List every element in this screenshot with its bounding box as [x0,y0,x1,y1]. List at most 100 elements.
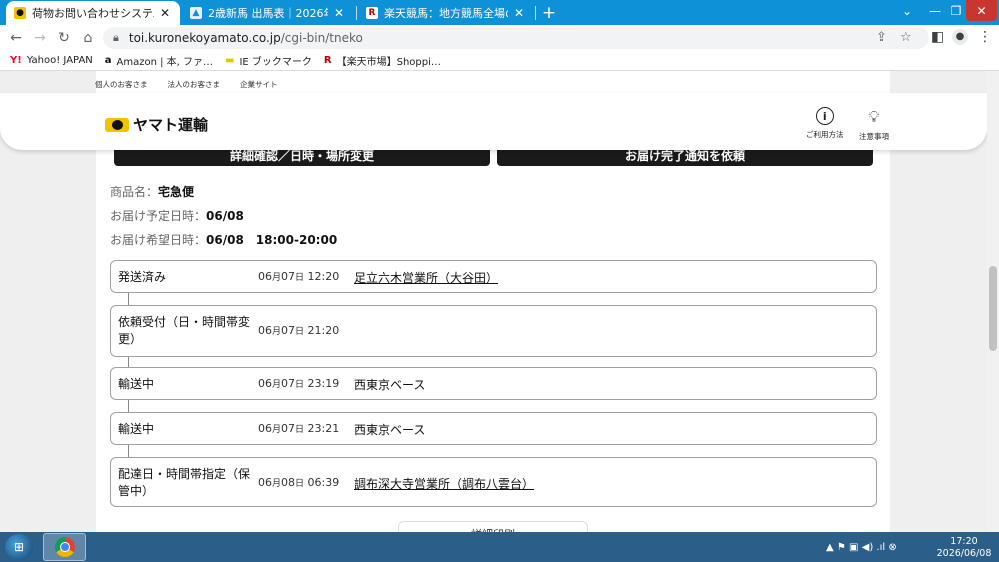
step-status: 配達日・時間帯指定（保管中） [118,467,251,498]
bookmark-yahoo[interactable]: Y! Yahoo! JAPAN [10,55,93,66]
step-datetime: 06月07日 23:19 [258,377,339,390]
step-time: 12:20 [307,270,340,283]
tab-close-icon[interactable]: ✕ [158,6,172,20]
step-datetime: 06月07日 12:20 [258,270,339,283]
yamato-logo[interactable]: ヤマト運輸 [105,114,208,135]
minimize-button[interactable]: — [924,0,946,21]
back-arrow-icon[interactable]: ← [6,28,26,48]
day-unit: 日 [295,479,305,489]
more-menu-icon[interactable]: ⋮ [978,29,992,45]
share-icon[interactable]: ⇪ [876,30,887,45]
tab-close-icon[interactable]: ✕ [512,6,526,20]
scheduled-value: 06/08 [206,209,244,223]
product-row: 商品名：宅急便 [110,183,194,200]
help-label: ご利用方法 [806,130,844,139]
side-panel-icon[interactable]: ◧ [931,29,944,45]
product-label: 商品名： [110,185,159,199]
link-business[interactable]: 法人のお客さま [168,79,221,90]
tab-rakuten-keiba[interactable]: R 楽天競馬：地方競馬全場のオッズ・ ✕ [358,1,534,25]
timeline-connector [128,293,129,305]
system-tray-icons[interactable]: ▲ ⚑ ▣ ◀) .ıl ⊗ [826,542,897,553]
home-icon[interactable]: ⌂ [78,28,98,48]
tracking-step: 配達日・時間帯指定（保管中） 06月08日 06:39 調布深大寺営業所（調布八… [110,457,877,507]
requested-label: お届け希望日時： [110,233,207,247]
bookmark-amazon[interactable]: a Amazon | 本, ファ… [105,53,213,68]
bookmark-folder-ie[interactable]: ▬ IE ブックマーク [225,53,312,68]
amazon-icon: a [104,55,112,66]
step-location: 西東京ベース [354,378,426,392]
notice-link[interactable]: 💡︎ 注意事項 [859,107,889,142]
tab-close-icon[interactable]: ✕ [332,6,346,20]
step-month: 06 [258,422,272,435]
print-details-button[interactable]: 詳細印刷 [398,521,588,532]
month-unit: 月 [272,327,282,337]
step-time: 23:19 [307,377,340,390]
timeline-connector [128,357,129,367]
tracking-step: 輸送中 06月07日 23:19 西東京ベース [110,367,877,400]
month-unit: 月 [272,273,282,283]
step-time: 21:20 [307,324,340,337]
site-header: ヤマト運輸 i ご利用方法 💡︎ 注意事項 [0,93,987,150]
month-unit: 月 [272,425,282,435]
step-location-link[interactable]: 足立六木営業所（大谷田） [354,269,498,286]
tab-search-chevron-down-icon[interactable]: ⌄ [898,0,916,21]
notice-label: 注意事項 [859,132,889,141]
timeline-connector [128,400,129,412]
timeline-connector [128,445,129,457]
step-location: 西東京ベース [354,423,426,437]
step-day: 07 [281,270,296,283]
bookmark-label: Yahoo! JAPAN [26,55,93,66]
tab-yamato[interactable]: ● 荷物お問い合わせシステム ✕ [6,1,180,25]
link-individual[interactable]: 個人のお客さま [95,79,148,90]
tab-divider [356,6,357,20]
step-status: 依頼受付（日・時間帯変更） [118,315,251,346]
close-window-button[interactable]: ✕ [966,0,997,21]
product-value: 宅急便 [158,185,195,199]
day-unit: 日 [295,327,305,337]
step-datetime: 06月08日 06:39 [258,476,339,489]
new-tab-button[interactable]: + [538,2,560,24]
step-location-link[interactable]: 調布深大寺営業所（調布八雲台） [354,475,534,492]
rakuten-icon: R [323,55,332,66]
link-corporate[interactable]: 企業サイト [240,79,278,90]
page-scrollbar[interactable] [987,71,999,532]
corporate-top-links: 個人のお客さま 法人のお客さま 企業サイト [95,79,278,90]
taskbar-chrome-button[interactable] [43,533,86,561]
day-unit: 日 [295,380,305,390]
restore-button[interactable]: ❐ [946,0,966,21]
step-month: 06 [258,324,272,337]
bookmark-star-icon[interactable]: ☆ [900,30,912,45]
step-day: 07 [281,324,296,337]
netkeiba-favicon-icon: ▲ [190,7,202,19]
tracking-step: 輸送中 06月07日 23:21 西東京ベース [110,412,877,445]
reload-icon[interactable]: ↻ [54,28,74,48]
help-link[interactable]: i ご利用方法 [806,107,844,140]
rakuten-favicon-icon: R [366,7,378,19]
tab-title: 2歳新馬 出馬表｜2026年6月8日 [208,7,328,20]
step-day: 07 [281,422,296,435]
requested-row: お届け希望日時：06/08 18:00-20:00 [110,231,337,248]
profile-avatar-icon[interactable]: ● [952,29,968,45]
step-month: 06 [258,476,272,489]
page-viewport: 個人のお客さま 法人のお客さま 企業サイト 詳細確認／日時・場所変更 お届け完了… [0,71,987,532]
month-unit: 月 [272,479,282,489]
lock-icon: 🔒︎ [113,31,119,44]
url-path: /cgi-bin/tneko [280,31,363,45]
address-bar[interactable]: 🔒︎ toi.kuronekoyamato.co.jp/cgi-bin/tnek… [103,27,929,49]
scrollbar-thumb[interactable] [989,266,997,351]
clock-date: 2026/06/08 [936,548,992,559]
bookmark-label: Amazon | 本, ファ… [116,57,214,68]
windows-start-icon[interactable]: ⊞ [5,534,33,560]
tab-race-entries[interactable]: ▲ 2歳新馬 出馬表｜2026年6月8日 ✕ [182,1,354,25]
url-host: toi.kuronekoyamato.co.jp [128,31,281,45]
logo-text: ヤマト運輸 [133,116,209,134]
yahoo-icon: Y! [10,55,22,66]
forward-arrow-icon[interactable]: → [30,28,50,48]
bookmark-rakuten[interactable]: R 【楽天市場】Shoppi… [324,53,441,68]
taskbar-clock[interactable]: 17:20 2026/06/08 [933,536,995,560]
step-day: 08 [281,476,296,489]
month-unit: 月 [272,380,282,390]
step-month: 06 [258,377,272,390]
chrome-icon [54,537,75,557]
step-day: 07 [281,377,296,390]
